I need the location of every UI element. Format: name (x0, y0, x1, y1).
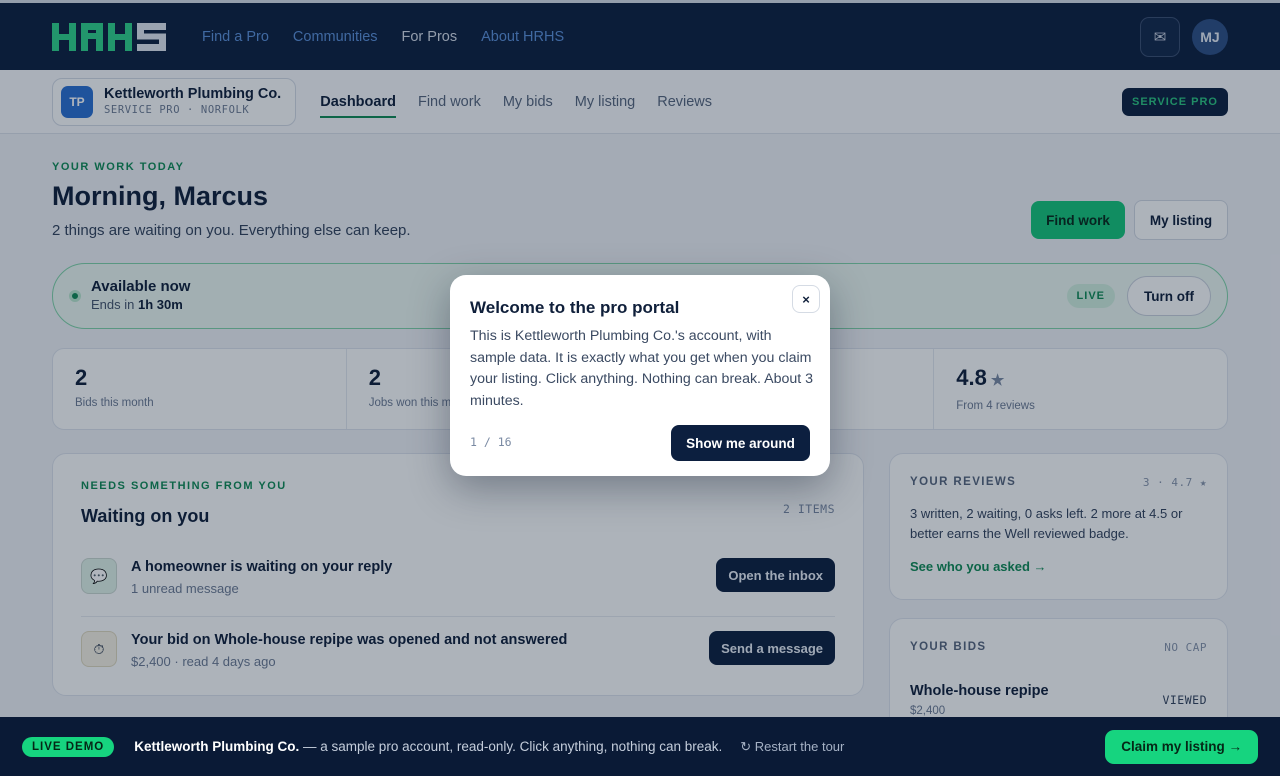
show-me-around-button[interactable]: Show me around (671, 425, 810, 461)
welcome-tour-modal: Welcome to the pro portal This is Kettle… (450, 275, 830, 476)
live-demo-bar: LIVE DEMO Kettleworth Plumbing Co. — a s… (0, 717, 1280, 776)
claim-listing-button[interactable]: Claim my listing → (1105, 729, 1258, 764)
close-button[interactable]: × (792, 285, 820, 313)
demo-notice: Kettleworth Plumbing Co. — a sample pro … (134, 739, 723, 754)
close-icon: × (802, 291, 810, 307)
demo-business-name: Kettleworth Plumbing Co. (134, 739, 300, 754)
modal-title: Welcome to the pro portal (470, 298, 680, 317)
tour-step-counter: 1 / 16 (470, 435, 512, 449)
modal-body: This is Kettleworth Plumbing Co.'s accou… (470, 328, 814, 409)
live-demo-badge: LIVE DEMO (22, 736, 115, 757)
restart-tour-link[interactable]: ↻ Restart the tour (740, 739, 844, 755)
